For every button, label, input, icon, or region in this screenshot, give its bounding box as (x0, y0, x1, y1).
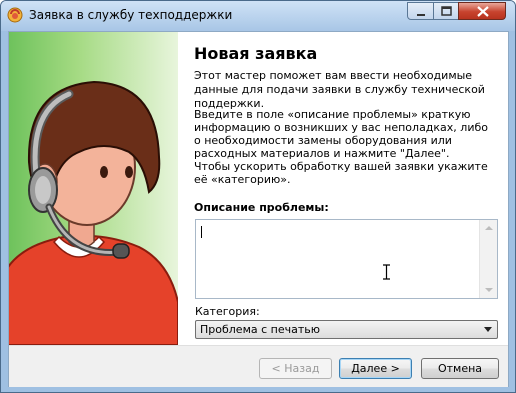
vertical-scrollbar[interactable] (479, 220, 497, 298)
close-icon (477, 6, 489, 17)
instructions-text: Введите в поле «описание проблемы» кратк… (194, 108, 488, 186)
button-bar: < Назад Далее > Отмена (9, 345, 508, 387)
category-select[interactable]: Проблема с печатью (195, 320, 498, 339)
window-title: Заявка в службу техподдержки (29, 8, 233, 22)
maximize-icon (441, 6, 452, 16)
scroll-up-icon[interactable] (485, 226, 493, 230)
ibeam-cursor-icon (383, 264, 390, 280)
problem-description-input[interactable] (195, 219, 498, 299)
wizard-client-area: Новая заявка Этот мастер поможет вам вве… (8, 31, 509, 387)
sidebar-illustration (9, 32, 178, 345)
maximize-button[interactable] (433, 2, 459, 20)
intro-text: Этот мастер поможет вам ввести необходим… (194, 69, 485, 110)
cancel-button[interactable]: Отмена (421, 358, 499, 379)
minimize-button[interactable] (407, 2, 434, 20)
category-label: Категория: (195, 305, 260, 318)
category-selected-value: Проблема с печатью (200, 323, 320, 336)
next-button[interactable]: Далее > (339, 358, 412, 379)
close-button[interactable] (458, 2, 506, 20)
support-app-icon (7, 7, 23, 23)
scroll-down-icon[interactable] (485, 288, 493, 292)
problem-description-label: Описание проблемы: (194, 201, 329, 214)
page-title: Новая заявка (194, 44, 318, 63)
minimize-icon (417, 14, 425, 16)
wizard-window: Заявка в службу техподдержки Новая заявк… (0, 0, 516, 393)
title-bar[interactable]: Заявка в службу техподдержки (1, 1, 515, 31)
text-caret (201, 226, 202, 238)
chevron-down-icon (484, 327, 492, 332)
support-operator-illustration (9, 80, 178, 345)
back-button[interactable]: < Назад (259, 358, 332, 379)
